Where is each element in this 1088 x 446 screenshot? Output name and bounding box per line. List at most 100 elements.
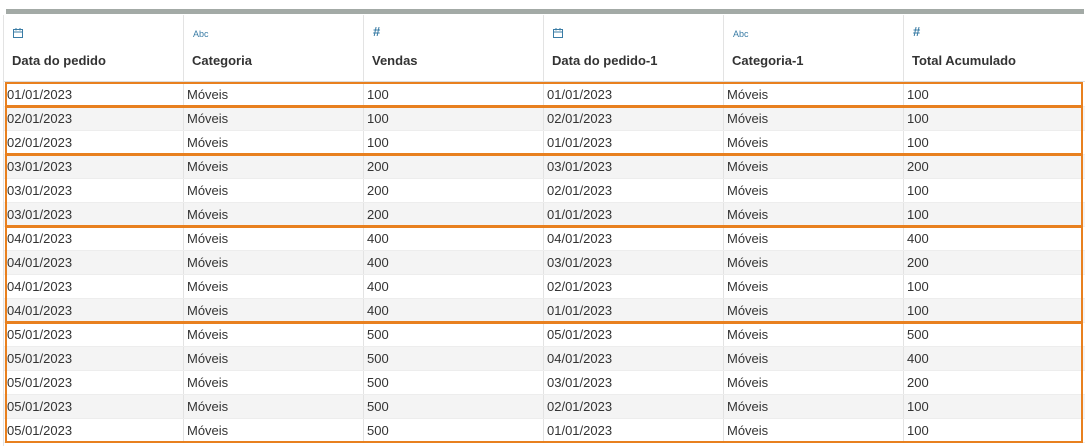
table-cell[interactable]: 02/01/2023 [544,275,724,298]
table-cell[interactable]: 04/01/2023 [544,227,724,250]
table-cell[interactable]: Móveis [184,419,364,442]
table-cell[interactable]: Móveis [724,131,904,154]
table-cell[interactable]: Móveis [184,107,364,130]
table-cell[interactable]: 200 [364,179,544,202]
table-cell[interactable]: 500 [364,323,544,346]
table-cell[interactable]: Móveis [724,83,904,106]
table-cell[interactable]: 01/01/2023 [544,419,724,442]
column-header[interactable]: Data do pedido-1 [544,15,724,81]
table-row[interactable]: 03/01/2023 Móveis 200 02/01/2023 Móveis 100 [4,179,1085,203]
table-cell[interactable]: 05/01/2023 [4,323,184,346]
table-cell[interactable]: 400 [364,299,544,322]
table-cell[interactable]: 03/01/2023 [4,155,184,178]
table-cell[interactable]: 04/01/2023 [4,299,184,322]
table-cell[interactable]: 01/01/2023 [544,83,724,106]
table-cell[interactable]: 100 [904,419,1085,442]
table-cell[interactable]: 100 [904,83,1085,106]
table-cell[interactable]: 03/01/2023 [544,371,724,394]
table-cell[interactable]: 05/01/2023 [4,395,184,418]
table-cell[interactable]: 100 [364,107,544,130]
column-header[interactable]: # Total Acumulado [904,15,1085,81]
table-row[interactable]: 05/01/2023 Móveis 500 04/01/2023 Móveis 400 [4,347,1085,371]
table-cell[interactable]: 400 [904,347,1085,370]
table-cell[interactable]: 05/01/2023 [4,371,184,394]
table-row[interactable]: 02/01/2023 Móveis 100 02/01/2023 Móveis 100 [4,107,1085,131]
table-row[interactable]: 03/01/2023 Móveis 200 03/01/2023 Móveis 200 [4,155,1085,179]
table-cell[interactable]: Móveis [724,179,904,202]
table-cell[interactable]: 05/01/2023 [4,419,184,442]
table-row[interactable]: 02/01/2023 Móveis 100 01/01/2023 Móveis 100 [4,131,1085,155]
table-cell[interactable]: 100 [904,275,1085,298]
table-cell[interactable]: 100 [364,131,544,154]
table-cell[interactable]: 200 [364,203,544,226]
table-cell[interactable]: Móveis [184,251,364,274]
table-cell[interactable]: 02/01/2023 [544,107,724,130]
table-row[interactable]: 03/01/2023 Móveis 200 01/01/2023 Móveis 100 [4,203,1085,227]
table-cell[interactable]: 400 [364,251,544,274]
table-cell[interactable]: Móveis [184,395,364,418]
table-row[interactable]: 05/01/2023 Móveis 500 01/01/2023 Móveis 100 [4,419,1085,443]
table-cell[interactable]: 01/01/2023 [4,83,184,106]
table-cell[interactable]: Móveis [184,155,364,178]
table-cell[interactable]: 03/01/2023 [544,155,724,178]
table-cell[interactable]: Móveis [184,179,364,202]
table-cell[interactable]: 100 [364,83,544,106]
table-row[interactable]: 05/01/2023 Móveis 500 03/01/2023 Móveis 200 [4,371,1085,395]
table-cell[interactable]: 500 [904,323,1085,346]
table-cell[interactable]: Móveis [724,107,904,130]
table-row[interactable]: 01/01/2023 Móveis 100 01/01/2023 Móveis 100 [4,83,1085,107]
table-cell[interactable]: Móveis [724,203,904,226]
table-cell[interactable]: 02/01/2023 [4,131,184,154]
table-cell[interactable]: 500 [364,371,544,394]
table-cell[interactable]: 03/01/2023 [544,251,724,274]
table-cell[interactable]: 04/01/2023 [4,251,184,274]
table-cell[interactable]: Móveis [724,227,904,250]
table-cell[interactable]: 03/01/2023 [4,203,184,226]
table-cell[interactable]: 500 [364,347,544,370]
table-cell[interactable]: 500 [364,419,544,442]
table-cell[interactable]: 200 [364,155,544,178]
table-cell[interactable]: 04/01/2023 [4,275,184,298]
table-cell[interactable]: 05/01/2023 [4,347,184,370]
table-row[interactable]: 04/01/2023 Móveis 400 03/01/2023 Móveis 200 [4,251,1085,275]
table-cell[interactable]: 05/01/2023 [544,323,724,346]
table-cell[interactable]: Móveis [184,131,364,154]
table-row[interactable]: 05/01/2023 Móveis 500 02/01/2023 Móveis 100 [4,395,1085,419]
table-cell[interactable]: 200 [904,371,1085,394]
table-cell[interactable]: Móveis [724,155,904,178]
table-cell[interactable]: Móveis [184,275,364,298]
table-cell[interactable]: Móveis [724,371,904,394]
table-cell[interactable]: Móveis [724,395,904,418]
table-cell[interactable]: 02/01/2023 [4,107,184,130]
table-cell[interactable]: 04/01/2023 [4,227,184,250]
table-cell[interactable]: 02/01/2023 [544,179,724,202]
table-row[interactable]: 04/01/2023 Móveis 400 04/01/2023 Móveis 400 [4,227,1085,251]
table-cell[interactable]: Móveis [724,275,904,298]
table-cell[interactable]: Móveis [184,371,364,394]
column-header[interactable]: Data do pedido [4,15,184,81]
table-cell[interactable]: 100 [904,299,1085,322]
column-header[interactable]: # Vendas [364,15,544,81]
table-cell[interactable]: Móveis [184,347,364,370]
table-cell[interactable]: 200 [904,251,1085,274]
table-cell[interactable]: 100 [904,131,1085,154]
table-cell[interactable]: 500 [364,395,544,418]
table-cell[interactable]: 04/01/2023 [544,347,724,370]
column-header[interactable]: Abc Categoria [184,15,364,81]
table-cell[interactable]: 03/01/2023 [4,179,184,202]
table-cell[interactable]: Móveis [724,419,904,442]
table-cell[interactable]: Móveis [724,299,904,322]
table-cell[interactable]: Móveis [184,83,364,106]
table-cell[interactable]: 200 [904,155,1085,178]
table-row[interactable]: 05/01/2023 Móveis 500 05/01/2023 Móveis 500 [4,323,1085,347]
table-cell[interactable]: 01/01/2023 [544,299,724,322]
table-cell[interactable]: 100 [904,395,1085,418]
table-cell[interactable]: 100 [904,107,1085,130]
table-cell[interactable]: Móveis [724,347,904,370]
table-cell[interactable]: Móveis [184,323,364,346]
table-cell[interactable]: Móveis [724,251,904,274]
table-cell[interactable]: Móveis [724,323,904,346]
table-cell[interactable]: 400 [904,227,1085,250]
table-row[interactable]: 04/01/2023 Móveis 400 02/01/2023 Móveis 100 [4,275,1085,299]
table-cell[interactable]: 01/01/2023 [544,131,724,154]
